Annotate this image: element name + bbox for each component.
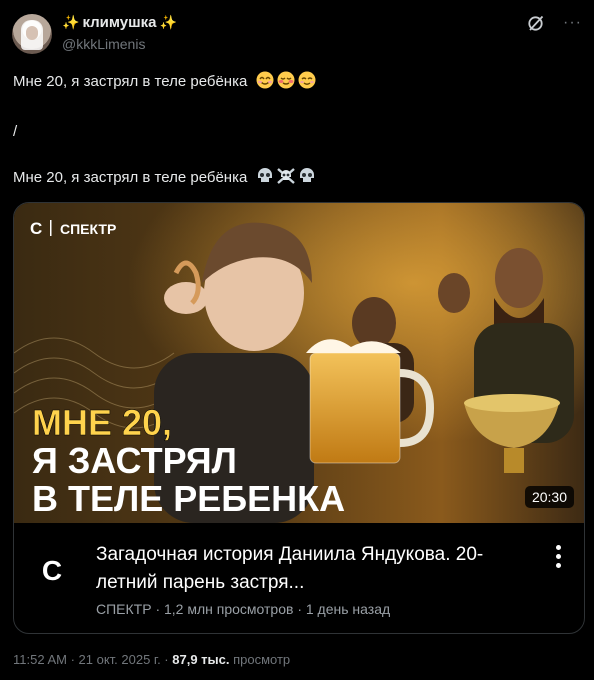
author-name[interactable]: климушка xyxy=(82,14,156,31)
video-card[interactable]: С СПЕКТР МНЕ 20, Я ЗАСТРЯЛ В ТЕЛЕ РЕБЕНК… xyxy=(13,202,585,634)
skull-icon xyxy=(257,168,272,182)
skull-icon xyxy=(299,168,314,182)
sparkle-icon: ✨ xyxy=(159,14,177,30)
svg-text:СПЕКТР: СПЕКТР xyxy=(60,221,116,237)
video-thumbnail[interactable]: С СПЕКТР МНЕ 20, Я ЗАСТРЯЛ В ТЕЛЕ РЕБЕНК… xyxy=(14,203,584,523)
channel-letter: С xyxy=(41,555,63,586)
more-options-icon[interactable]: ··· xyxy=(563,14,582,32)
skull-crossbones-icon xyxy=(276,168,295,184)
video-duration: 20:30 xyxy=(524,486,574,508)
video-more-icon[interactable] xyxy=(556,545,562,568)
author-name-row[interactable]: ✨ климушка ✨ xyxy=(62,14,177,31)
smiling-faces-emoji xyxy=(256,71,315,89)
channel-avatar[interactable]: С xyxy=(32,551,72,591)
view-count-label: просмотр xyxy=(229,652,291,667)
svg-text:С: С xyxy=(30,219,42,238)
headline-line3: В ТЕЛЕ РЕБЕНКА xyxy=(32,478,345,519)
video-meta: СПЕКТР · 1,2 млн просмотров · 1 день наз… xyxy=(96,601,391,617)
skull-emojis xyxy=(257,168,314,184)
tweet-text-line2: Мне 20, я застрял в теле ребёнка xyxy=(13,167,318,188)
video-title[interactable]: Загадочная история Даниила Яндукова. 20-… xyxy=(96,541,536,597)
tweet-meta-footer: 11:52 AM · 21 окт. 2025 г. · 87,9 тыс. п… xyxy=(13,652,290,667)
grok-icon[interactable] xyxy=(527,14,545,32)
avatar-face xyxy=(26,26,38,40)
tweet-line2-text: Мне 20, я застрял в теле ребёнка xyxy=(13,169,248,186)
tweet-line1-text: Мне 20, я застрял в теле ребёнка xyxy=(13,73,248,90)
tweet-separator: / xyxy=(13,123,18,140)
author-handle[interactable]: @kkkLimenis xyxy=(62,36,145,52)
headline-line2: Я ЗАСТРЯЛ xyxy=(32,440,237,481)
tweet-datetime[interactable]: 11:52 AM · 21 окт. 2025 г. · xyxy=(13,652,172,667)
view-count: 87,9 тыс. xyxy=(172,652,230,667)
tweet-actions: ··· xyxy=(527,14,582,32)
tweet-text-line1: Мне 20, я застрял в теле ребёнка xyxy=(13,71,318,92)
headline-line1: МНЕ 20, xyxy=(32,402,172,443)
avatar[interactable] xyxy=(12,14,52,54)
sparkle-icon: ✨ xyxy=(62,14,80,30)
